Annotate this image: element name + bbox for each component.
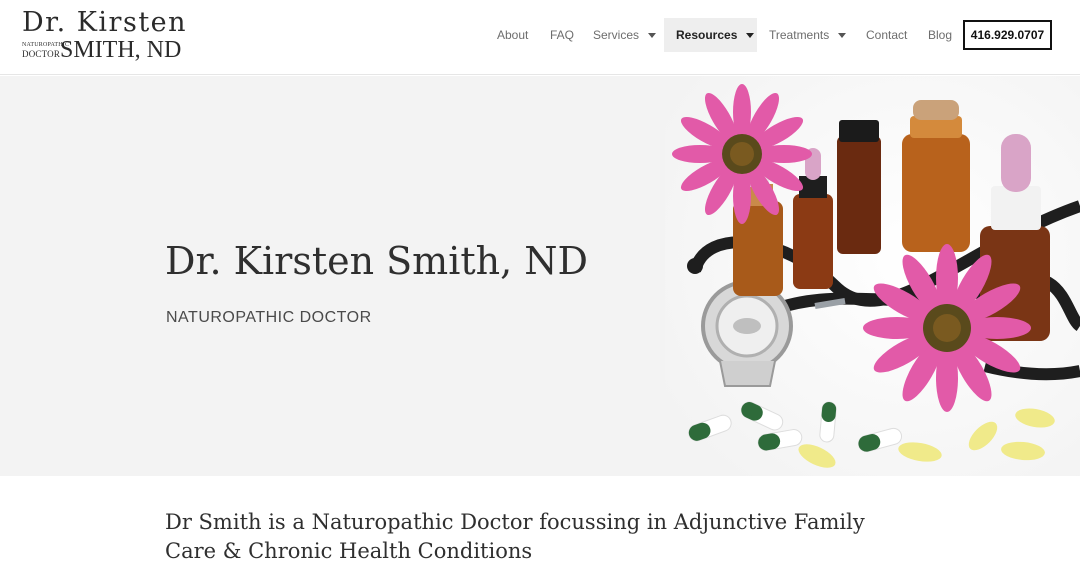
chevron-down-icon xyxy=(648,32,657,38)
nav-label: Contact xyxy=(866,28,908,42)
chevron-down-icon xyxy=(746,32,755,38)
nav-item-resources[interactable]: Resources xyxy=(664,18,757,52)
phone-button[interactable]: 416.929.0707 xyxy=(963,20,1052,50)
logo-surname-line: SMITH, ND xyxy=(60,37,182,63)
nav-item-faq[interactable]: FAQ xyxy=(541,18,583,52)
logo-tagline-line1: Naturopathic xyxy=(22,42,70,48)
nav-label: Treatments xyxy=(769,28,830,42)
nav-item-services[interactable]: Services xyxy=(584,18,665,52)
nav-item-treatments[interactable]: Treatments xyxy=(760,18,855,52)
nav-label: About xyxy=(497,28,529,42)
logo-name-line: Dr. Kirsten xyxy=(22,7,188,38)
hero-subtitle: NATUROPATHIC DOCTOR xyxy=(166,309,372,326)
nav-item-about[interactable]: About xyxy=(488,18,537,52)
nav-item-contact[interactable]: Contact xyxy=(857,18,916,52)
site-logo[interactable]: Dr. Kirsten Naturopathic Doctor SMITH, N… xyxy=(22,8,202,66)
cork-bottle-icon xyxy=(902,100,970,252)
hero-title: Dr. Kirsten Smith, ND xyxy=(165,239,588,283)
nav-label: Services xyxy=(593,28,640,42)
hero-banner: Dr. Kirsten Smith, ND NATUROPATHIC DOCTO… xyxy=(0,76,1080,476)
nav-item-blog[interactable]: Blog xyxy=(919,18,961,52)
intro-heading: Dr Smith is a Naturopathic Doctor focuss… xyxy=(165,510,865,563)
dark-bottle-icon xyxy=(837,120,881,254)
nav-label: FAQ xyxy=(550,28,575,42)
nav-label: Resources xyxy=(676,28,738,42)
site-header: Dr. Kirsten Naturopathic Doctor SMITH, N… xyxy=(0,0,1080,75)
hero-image-remedies xyxy=(665,76,1080,476)
logo-tagline-line2: Doctor xyxy=(22,49,61,59)
logo-tagline: Naturopathic Doctor xyxy=(22,42,70,59)
chevron-down-icon xyxy=(838,32,847,38)
nav-label: Blog xyxy=(928,28,953,42)
